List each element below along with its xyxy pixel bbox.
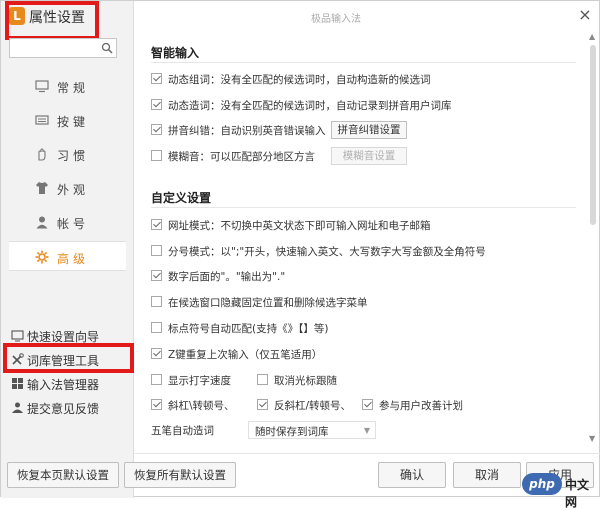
gear-icon [35,250,49,264]
app-logo-icon: L [9,7,25,25]
checkbox[interactable] [151,245,162,256]
checkbox[interactable] [151,270,162,281]
cancel-button[interactable]: 取消 [453,462,521,488]
option-label: 分号模式：以";"开头，快速输入英文、大写数字大写金额及全角符号 [168,246,486,258]
wizard-icon [11,330,24,342]
checkbox[interactable] [257,374,268,385]
tool-label: 词库管理工具 [27,354,100,368]
section-divider [151,62,576,63]
select-value: 随时保存到词库 [255,426,329,438]
tools-icon [12,353,24,365]
close-icon[interactable]: × [576,5,594,24]
scroll-down-icon[interactable]: ▼ [589,435,597,443]
ok-button[interactable]: 确认 [378,462,446,488]
user-icon [36,216,48,229]
option-label: 动态组词：没有全匹配的候选词时，自动构造新的候选词 [168,74,431,86]
chevron-down-icon: ▼ [363,426,370,435]
nav-item-advanced[interactable]: 高级 [9,241,126,271]
tool-label: 提交意见反馈 [27,402,100,416]
scrollbar[interactable]: ▲ ▼ [587,29,599,449]
window-title: 极品输入法 [311,14,361,25]
checkbox[interactable] [151,99,162,110]
pinyin-correction-settings-button[interactable]: 拼音纠错设置 [331,121,407,139]
watermark-logo: php [522,473,562,495]
nav-item-label: 帐号 [57,217,90,231]
checkbox[interactable] [151,322,162,333]
section-title-custom: 自定义设置 [151,191,212,205]
nav-item-general[interactable]: 常规 [1,71,134,101]
option-label: 斜杠\转顿号、 [168,400,235,412]
option-label: 取消光标跟随 [274,375,337,387]
checkbox[interactable] [151,296,162,307]
restore-page-defaults-button[interactable]: 恢复本页默认设置 [7,462,119,488]
footer-divider [134,453,600,454]
tool-quick-wizard[interactable]: 快速设置向导 [1,323,134,347]
option-label: 显示打字速度 [168,375,231,387]
tool-feedback[interactable]: 提交意见反馈 [1,395,134,419]
fuzzy-settings-button[interactable]: 模糊音设置 [331,147,407,165]
option-label: 在候选窗口隐藏固定位置和删除候选字菜单 [168,297,368,309]
nav-item-label: 高级 [57,252,90,266]
checkbox[interactable] [362,399,373,410]
tool-label: 输入法管理器 [27,378,100,392]
checkbox[interactable] [151,348,162,359]
nav-item-label: 习惯 [57,149,90,163]
option-label: 模糊音：可以匹配部分地区方言 [168,151,315,163]
shirt-icon [36,182,48,194]
tool-label: 快速设置向导 [27,330,100,344]
watermark: php 中文网 [522,473,597,509]
option-label: 拼音纠错：自动识别英音错误输入 [168,125,326,137]
wubi-label: 五笔自动造词 [151,425,214,437]
keyboard-icon [35,115,49,125]
nav-item-habits[interactable]: 习惯 [1,139,134,169]
option-label: 数字后面的"。"输出为"." [168,271,286,283]
watermark-text: 中文网 [565,478,590,509]
option-label: 反斜杠/转顿号、 [274,400,352,412]
monitor-icon [35,80,49,93]
app-title: 属性设置 [29,10,85,26]
option-label: 网址模式：不切换中英文状态下即可输入网址和电子邮箱 [168,220,431,232]
nav-item-label: 外观 [57,183,90,197]
option-label: Z键重复上次输入（仅五笔适用） [168,349,323,361]
section-divider [151,207,576,208]
settings-window: L 属性设置 常规 按键 习惯 外观 帐号 高级 快速设置向导 词库管理工具 输… [0,0,600,509]
checkbox[interactable] [151,219,162,230]
nav-item-appearance[interactable]: 外观 [1,173,134,203]
tools-list: 快速设置向导 词库管理工具 输入法管理器 提交意见反馈 [1,323,134,419]
nav-item-label: 常规 [57,81,90,95]
checkbox[interactable] [151,124,162,135]
checkbox[interactable] [151,73,162,84]
nav-list: 常规 按键 习惯 外观 帐号 高级 [1,71,134,271]
scroll-up-icon[interactable]: ▲ [589,33,597,41]
checkbox[interactable] [151,399,162,410]
feedback-icon [12,402,23,413]
scroll-thumb[interactable] [590,45,596,225]
grid-icon [12,378,23,389]
hand-icon [38,148,46,161]
tool-dict-manager[interactable]: 词库管理工具 [1,347,134,371]
option-label: 参与用户改善计划 [379,400,463,412]
checkbox[interactable] [151,150,162,161]
wubi-save-select[interactable]: 随时保存到词库 ▼ [248,421,376,439]
checkbox[interactable] [151,374,162,385]
option-label: 动态造词：没有全匹配的候选词时，自动记录到拼音用户词库 [168,100,452,112]
sidebar: L 属性设置 常规 按键 习惯 外观 帐号 高级 快速设置向导 词库管理工具 输… [1,1,134,498]
search-input[interactable] [9,38,117,58]
search-icon[interactable] [101,42,113,54]
tool-ime-manager[interactable]: 输入法管理器 [1,371,134,395]
section-title-smart-input: 智能输入 [151,46,200,60]
nav-item-label: 按键 [57,115,90,129]
nav-item-account[interactable]: 帐号 [1,207,134,237]
option-label: 标点符号自动匹配(支持《》【】等) [168,323,329,335]
restore-all-defaults-button[interactable]: 恢复所有默认设置 [124,462,236,488]
nav-item-keys[interactable]: 按键 [1,105,134,135]
checkbox[interactable] [257,399,268,410]
